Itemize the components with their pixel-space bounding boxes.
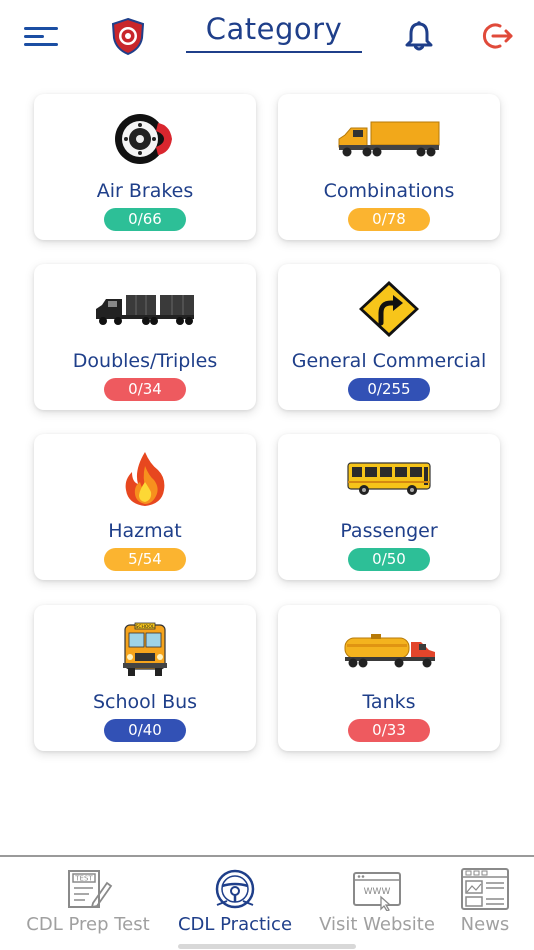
category-label: Doubles/Triples	[72, 350, 218, 372]
web-browser-icon: WWW	[353, 872, 401, 911]
category-label: Combinations	[323, 180, 455, 202]
nav-label: Visit Website	[319, 914, 435, 935]
nav-item-cdl-prep-test[interactable]: TEST CDL Prep Test	[14, 867, 162, 935]
category-card-general-commercial[interactable]: General Commercial 0/255	[278, 264, 500, 410]
category-label: General Commercial	[291, 350, 487, 372]
category-card-passenger[interactable]: Passenger 0/50	[278, 434, 500, 580]
progress-badge: 5/54	[104, 548, 186, 571]
double-trailer-truck-icon	[34, 278, 256, 340]
page-title: Category	[205, 12, 343, 46]
test-clipboard-icon: TEST	[68, 870, 113, 909]
nav-item-cdl-practice[interactable]: CDL Practice	[166, 867, 304, 935]
progress-badge: 0/40	[104, 719, 186, 742]
category-label: Passenger	[340, 520, 438, 542]
progress-badge: 0/255	[348, 378, 430, 401]
shield-logo-icon	[111, 17, 145, 56]
passenger-bus-icon	[278, 448, 500, 510]
category-label: Hazmat	[108, 520, 182, 542]
nav-label: CDL Prep Test	[26, 914, 150, 935]
brake-disc-icon	[34, 108, 256, 170]
category-card-doubles-triples[interactable]: Doubles/Triples 0/34	[34, 264, 256, 410]
nav-label: CDL Practice	[177, 914, 293, 935]
logout-icon[interactable]	[480, 20, 514, 52]
title-underline	[186, 51, 362, 53]
category-card-tanks[interactable]: Tanks 0/33	[278, 605, 500, 751]
category-label: Air Brakes	[96, 180, 194, 202]
progress-badge: 0/50	[348, 548, 430, 571]
bottom-nav: TEST CDL Prep Test CDL Practice WWW Visi…	[0, 855, 534, 950]
app-header: Category	[0, 0, 534, 72]
menu-icon[interactable]	[24, 24, 60, 50]
test-icon-text: TEST	[74, 875, 93, 883]
www-icon-text: WWW	[364, 887, 391, 897]
school-bus-icon: SCHOOL	[34, 619, 256, 681]
nav-label: News	[460, 914, 510, 935]
newspaper-icon	[461, 868, 509, 910]
category-label: Tanks	[362, 691, 416, 713]
category-card-school-bus[interactable]: SCHOOL School Bus 0/40	[34, 605, 256, 751]
fire-icon	[34, 448, 256, 510]
category-card-hazmat[interactable]: Hazmat 5/54	[34, 434, 256, 580]
category-card-combinations[interactable]: Combinations 0/78	[278, 94, 500, 240]
bell-icon[interactable]	[404, 20, 434, 52]
category-label: School Bus	[92, 691, 198, 713]
progress-badge: 0/66	[104, 208, 186, 231]
progress-badge: 0/78	[348, 208, 430, 231]
school-sign-text: SCHOOL	[136, 624, 155, 630]
home-indicator	[178, 944, 356, 949]
progress-badge: 0/34	[104, 378, 186, 401]
tanker-truck-icon	[278, 619, 500, 681]
nav-item-news[interactable]: News	[452, 867, 518, 935]
steering-wheel-icon	[215, 869, 255, 909]
semi-truck-icon	[278, 108, 500, 170]
curve-road-sign-icon	[278, 278, 500, 340]
progress-badge: 0/33	[348, 719, 430, 742]
category-card-air-brakes[interactable]: Air Brakes 0/66	[34, 94, 256, 240]
nav-item-visit-website[interactable]: WWW Visit Website	[310, 867, 444, 935]
